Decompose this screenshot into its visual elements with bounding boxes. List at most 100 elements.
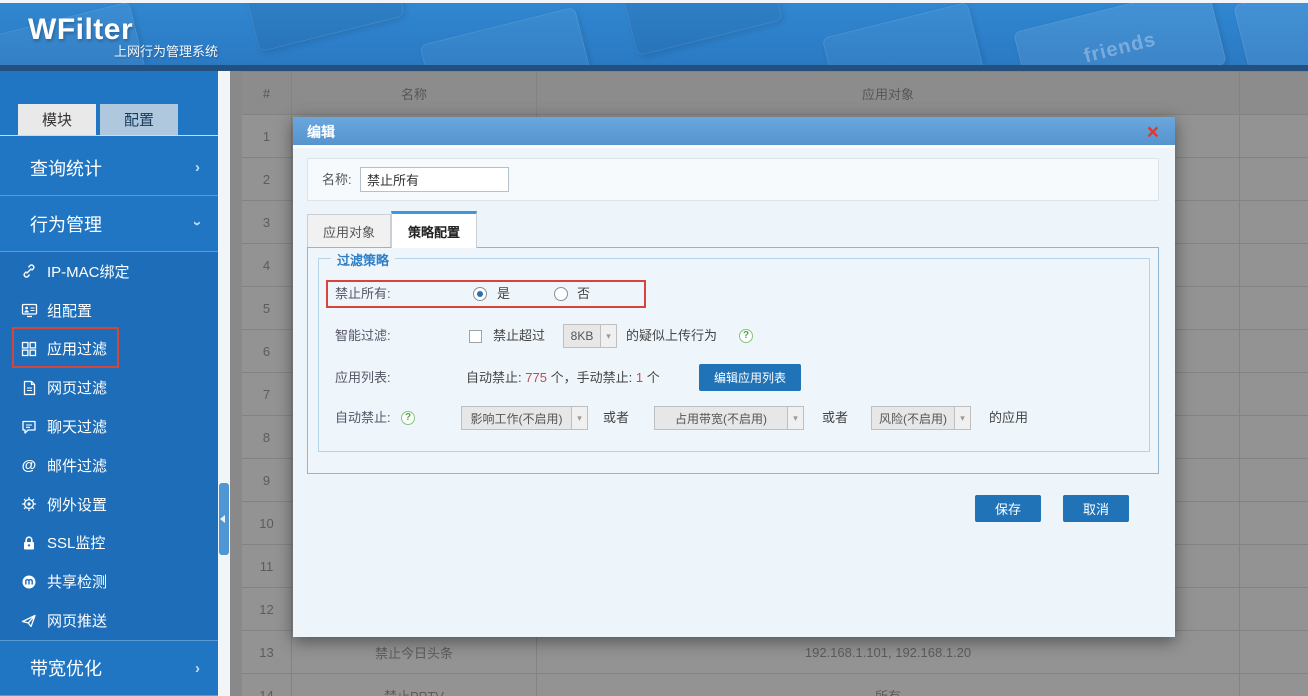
auto-ban-label: 自动禁止:: [335, 410, 391, 425]
auto-ban-select-risk[interactable]: 风险(不启用) ▾: [871, 406, 971, 430]
ban-all-row: 禁止所有: 是 否: [319, 280, 1149, 308]
auto-ban-row: 自动禁止: ? 影响工作(不启用) ▾ 或者 占用带宽(不启用) ▾ 或者 风险…: [319, 404, 1149, 432]
edit-app-list-button[interactable]: 编辑应用列表: [699, 364, 801, 391]
auto-ban-select-work[interactable]: 影响工作(不启用) ▾: [461, 406, 588, 430]
auto-ban-count: 775: [525, 370, 547, 385]
chevron-down-icon: ▾: [787, 407, 803, 429]
wfilter-app: friends WFilter 上网行为管理系统 模块 配置 查询统计 › 行为…: [0, 0, 1308, 696]
help-icon[interactable]: ?: [401, 411, 415, 425]
sidebar-tab-modules[interactable]: 模块: [18, 104, 96, 135]
auto-ban-suffix: 个，: [550, 370, 577, 385]
or-text: 或者: [603, 410, 630, 425]
chat-icon: [20, 418, 38, 436]
auto-ban-suffix-text: 的应用: [989, 410, 1029, 425]
keyboard-key-decor: [244, 3, 406, 53]
help-icon[interactable]: ?: [739, 329, 753, 343]
sidebar-tab-bar: 模块 配置: [18, 104, 178, 135]
app-subtitle: 上网行为管理系统: [114, 44, 219, 59]
auto-ban-bandwidth-value: 占用带宽(不启用): [675, 411, 767, 426]
sidebar-item-web-filter[interactable]: 网页过滤: [0, 368, 218, 407]
chevron-right-icon: ›: [195, 659, 200, 677]
dialog-title: 编辑: [307, 124, 335, 140]
send-plane-icon: [20, 612, 38, 630]
app-list-counts: 自动禁止: 775 个，手动禁止: 1 个: [466, 364, 660, 392]
sidebar-section-query-stats[interactable]: 查询统计 ›: [0, 140, 218, 196]
sidebar-item-label: SSL监控: [47, 535, 106, 553]
name-row-panel: 名称:: [307, 158, 1159, 201]
sidebar-item-label: 应用过滤: [47, 341, 108, 359]
sidebar-item-web-push[interactable]: 网页推送: [0, 601, 218, 640]
auto-ban-work-value: 影响工作(不启用): [470, 411, 563, 426]
auto-ban-risk-value: 风险(不启用): [879, 411, 947, 426]
app-list-label: 应用列表:: [335, 370, 391, 385]
smart-filter-checkbox[interactable]: [469, 330, 482, 343]
keyboard-key-decor: [821, 3, 985, 65]
ban-all-yes-label[interactable]: 是: [497, 280, 510, 308]
manual-ban-count: 1: [635, 370, 644, 385]
policy-config-panel: 过滤策略 禁止所有: 是 否 智能过滤: 禁止超过 8KB ▾ 的疑似上传行为 …: [307, 247, 1159, 474]
sidebar-item-chat-filter[interactable]: 聊天过滤: [0, 407, 218, 446]
lock-icon: [20, 534, 38, 552]
chevron-down-icon: ▾: [954, 407, 970, 429]
sidebar-tab-config[interactable]: 配置: [100, 104, 178, 135]
edit-dialog: 编辑 × 名称: 应用对象 策略配置 过滤策略 禁止所有: 是 否: [293, 117, 1175, 637]
keyboard-key-friends: friends: [1013, 3, 1227, 65]
manual-ban-suffix: 个: [646, 370, 660, 385]
webpage-icon: [20, 379, 38, 397]
sidebar-item-share-detect[interactable]: 共享检测: [0, 562, 218, 601]
keyboard-key-label: friends: [1081, 27, 1159, 65]
sidebar-item-ssl-monitor[interactable]: SSL监控: [0, 524, 218, 563]
sidebar-item-ip-mac-binding[interactable]: IP-MAC绑定: [0, 252, 218, 291]
upload-size-select[interactable]: 8KB ▾: [563, 324, 617, 348]
sidebar-item-app-filter[interactable]: 应用过滤: [0, 330, 218, 369]
mail-at-icon: @: [21, 456, 37, 474]
cancel-button[interactable]: 取消: [1063, 495, 1129, 522]
apps-grid-icon: [20, 340, 38, 358]
name-label: 名称:: [322, 172, 352, 187]
sidebar-item-group-config[interactable]: 组配置: [0, 291, 218, 330]
ban-all-yes-radio[interactable]: [473, 287, 487, 301]
section-label: 行为管理: [30, 214, 102, 235]
chevron-down-icon: ›: [189, 221, 206, 226]
sidebar-section-bandwidth-opt[interactable]: 带宽优化 ›: [0, 640, 218, 696]
sidebar-item-exception-settings[interactable]: 例外设置: [0, 485, 218, 524]
keyboard-key-decor: [622, 3, 784, 57]
sidebar-item-label: 组配置: [47, 302, 93, 320]
save-button[interactable]: 保存: [975, 495, 1041, 522]
ban-all-no-label[interactable]: 否: [577, 280, 590, 308]
sidebar-item-label: 例外设置: [47, 496, 108, 514]
ban-all-label: 禁止所有:: [335, 286, 391, 301]
tab-apply-targets[interactable]: 应用对象: [307, 214, 391, 248]
sidebar-item-label: 邮件过滤: [47, 457, 108, 475]
upload-size-value: 8KB: [570, 329, 594, 343]
sidebar-item-label: 网页过滤: [47, 380, 108, 398]
tab-label: 应用对象: [322, 224, 375, 240]
app-list-row: 应用列表: 自动禁止: 775 个，手动禁止: 1 个 编辑应用列表: [319, 364, 1149, 392]
close-icon[interactable]: ×: [1147, 118, 1159, 147]
smart-filter-text-before: 禁止超过: [493, 328, 546, 343]
section-label: 查询统计: [30, 158, 102, 179]
chevron-down-icon: ▾: [600, 325, 616, 347]
sidebar-tab-label: 配置: [123, 112, 154, 129]
sidebar: 模块 配置 查询统计 › 行为管理 › IP-MAC绑定 组配置 应用过滤 网页…: [0, 71, 218, 696]
ban-all-no-radio[interactable]: [554, 287, 568, 301]
chevron-down-icon: ▾: [571, 407, 587, 429]
manual-ban-prefix: 手动禁止:: [576, 370, 633, 385]
smart-filter-text-after: 的疑似上传行为: [626, 328, 718, 343]
dialog-header[interactable]: 编辑 ×: [293, 117, 1175, 148]
chevron-right-icon: ›: [195, 159, 200, 176]
auto-ban-select-bandwidth[interactable]: 占用带宽(不启用) ▾: [654, 406, 804, 430]
sidebar-section-behavior-mgmt[interactable]: 行为管理 ›: [0, 196, 218, 252]
sidebar-collapse-handle[interactable]: [219, 483, 229, 555]
sidebar-item-label: 共享检测: [47, 574, 108, 592]
sidebar-tab-label: 模块: [41, 112, 72, 129]
share-detect-icon: [20, 573, 38, 591]
auto-ban-prefix: 自动禁止:: [466, 370, 522, 385]
sidebar-item-label: IP-MAC绑定: [47, 263, 130, 281]
tab-policy-config[interactable]: 策略配置: [391, 211, 477, 248]
sidebar-item-mail-filter[interactable]: @ 邮件过滤: [0, 446, 218, 485]
app-header: friends WFilter 上网行为管理系统: [0, 3, 1308, 65]
gear-icon: [20, 495, 38, 513]
name-input[interactable]: [360, 167, 509, 192]
keyboard-key-decor: [419, 6, 591, 65]
